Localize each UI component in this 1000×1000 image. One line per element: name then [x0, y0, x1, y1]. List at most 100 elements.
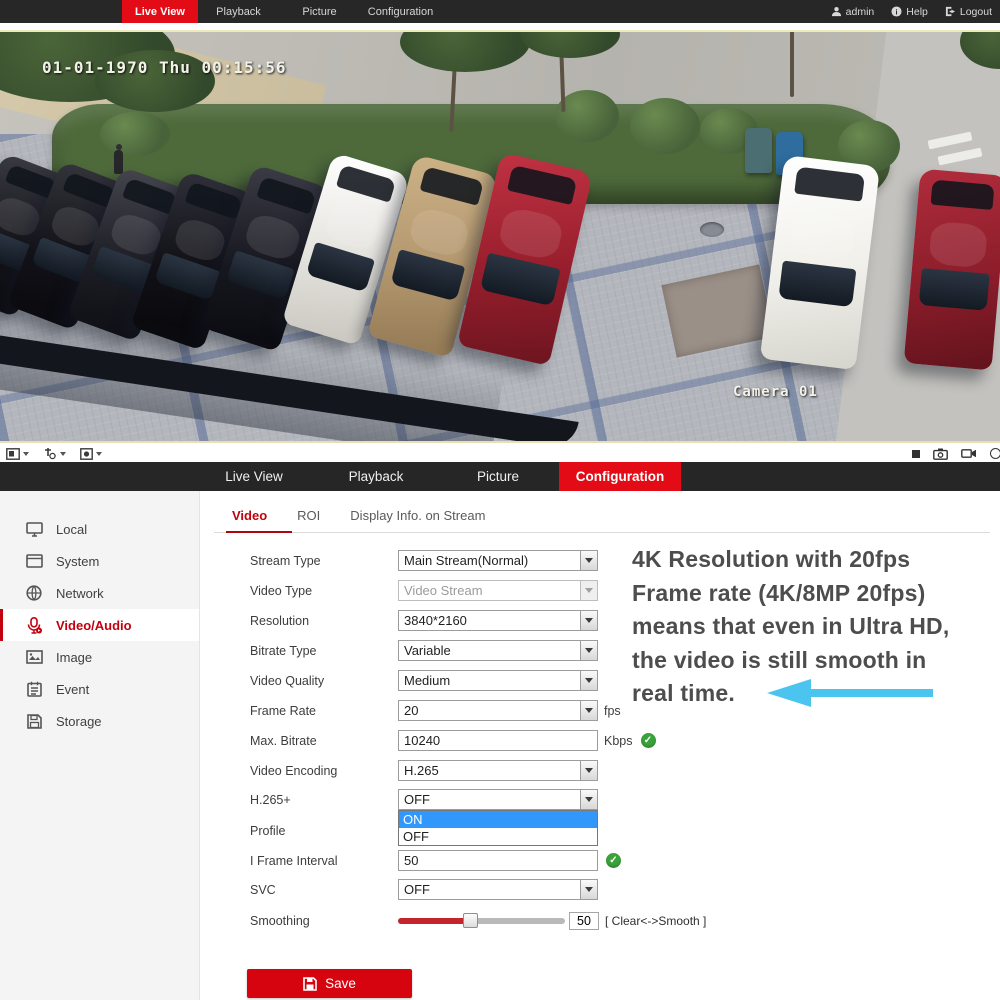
select-value: Main Stream(Normal) — [399, 551, 580, 570]
field-label: Frame Rate — [250, 704, 398, 718]
sidebar-item-video-audio[interactable]: Video/Audio — [0, 609, 199, 641]
form-row-frame-rate: Frame Rate 20 fps — [250, 700, 621, 721]
help-icon: i — [891, 6, 902, 17]
tab-display-info[interactable]: Display Info. on Stream — [350, 508, 485, 532]
storage-icon — [25, 714, 43, 729]
video-quality-select[interactable]: Medium — [398, 670, 598, 691]
video-encoding-select[interactable]: H.265 — [398, 760, 598, 781]
frame-rate-select[interactable]: 20 — [398, 700, 598, 721]
field-label: H.265+ — [250, 793, 398, 807]
bitrate-type-select[interactable]: Variable — [398, 640, 598, 661]
top-tab-configuration[interactable]: Configuration — [360, 0, 441, 23]
event-icon — [25, 681, 43, 697]
annotation-line: Frame rate (4K/8MP 20fps) — [632, 577, 992, 611]
top-nav-tabs: Live View Playback Picture Configuration — [122, 0, 441, 23]
resolution-select[interactable]: 3840*2160 — [398, 610, 598, 631]
field-label: Video Quality — [250, 674, 398, 688]
chevron-down-icon — [580, 761, 597, 780]
cfg-tab-configuration[interactable]: Configuration — [559, 462, 681, 491]
select-value: H.265 — [399, 761, 580, 780]
sidebar-item-label: Event — [56, 682, 89, 697]
chevron-down-icon — [580, 641, 597, 660]
smoothing-value-input[interactable] — [569, 912, 599, 930]
sidebar-item-system[interactable]: System — [0, 545, 199, 577]
cfg-tab-live-view[interactable]: Live View — [193, 462, 315, 491]
sidebar-item-event[interactable]: Event — [0, 673, 199, 705]
stream-type-select[interactable]: Main Stream(Normal) — [398, 550, 598, 571]
live-video-feed: 01-01-1970 Thu 00:15:56 Camera 01 — [0, 30, 1000, 443]
sidebar-item-image[interactable]: Image — [0, 641, 199, 673]
layout-select-button[interactable] — [6, 448, 29, 460]
form-row-stream-type: Stream Type Main Stream(Normal) — [250, 550, 598, 571]
sidebar-item-local[interactable]: Local — [0, 513, 199, 545]
tab-roi[interactable]: ROI — [297, 508, 320, 532]
chevron-down-icon — [23, 452, 29, 459]
field-label: Video Type — [250, 584, 398, 598]
valid-check-icon — [606, 853, 621, 868]
tab-video[interactable]: Video — [232, 508, 267, 532]
annotation-line: the video is still smooth in — [632, 644, 992, 678]
top-nav-bar: Live View Playback Picture Configuration… — [0, 0, 1000, 23]
field-label: Max. Bitrate — [250, 734, 398, 748]
smoothing-slider[interactable] — [398, 913, 565, 928]
chevron-down-icon — [580, 611, 597, 630]
chevron-down-icon — [580, 671, 597, 690]
select-value: Variable — [399, 641, 580, 660]
slider-thumb[interactable] — [463, 913, 478, 928]
admin-label: admin — [846, 6, 875, 18]
sidebar-item-label: Image — [56, 650, 92, 665]
manhole-cover — [700, 222, 724, 237]
trash-bin — [745, 128, 772, 173]
user-icon — [831, 6, 842, 17]
help-button[interactable]: i Help — [891, 6, 928, 18]
video-type-select: Video Stream — [398, 580, 598, 601]
chevron-down-icon — [580, 880, 597, 899]
audio-icon[interactable] — [990, 448, 1000, 459]
unit-label: fps — [604, 704, 621, 718]
cfg-tab-picture[interactable]: Picture — [437, 462, 559, 491]
annotation-line: means that even in Ultra HD, — [632, 610, 992, 644]
stop-icon[interactable] — [912, 450, 920, 458]
max-bitrate-input[interactable] — [398, 730, 598, 751]
chevron-down-icon — [580, 790, 597, 809]
config-nav-bar: Live View Playback Picture Configuration — [0, 462, 1000, 491]
form-row-max-bitrate: Max. Bitrate Kbps — [250, 730, 656, 751]
cfg-tab-playback[interactable]: Playback — [315, 462, 437, 491]
admin-user[interactable]: admin — [831, 6, 875, 18]
top-tab-live-view[interactable]: Live View — [122, 0, 198, 23]
active-tab-underline — [226, 531, 292, 533]
save-button[interactable]: Save — [247, 969, 412, 998]
slider-fill — [398, 918, 470, 924]
top-tab-playback[interactable]: Playback — [198, 0, 279, 23]
valid-check-icon — [641, 733, 656, 748]
monitor-icon — [25, 522, 43, 537]
record-icon[interactable] — [961, 448, 977, 459]
iframe-interval-input[interactable] — [398, 850, 598, 871]
svc-select[interactable]: OFF — [398, 879, 598, 900]
top-tab-picture[interactable]: Picture — [279, 0, 360, 23]
select-value: 3840*2160 — [399, 611, 580, 630]
tab-divider — [214, 532, 990, 533]
logout-icon — [945, 6, 956, 17]
video-settings-panel: Video ROI Display Info. on Stream Stream… — [200, 491, 1000, 1000]
bush — [100, 112, 170, 156]
sidebar-item-label: System — [56, 554, 99, 569]
dropdown-option-on[interactable]: ON — [399, 811, 597, 828]
form-row-resolution: Resolution 3840*2160 — [250, 610, 598, 631]
camera-name-overlay: Camera 01 — [733, 384, 818, 400]
sidebar-item-label: Local — [56, 522, 87, 537]
dropdown-option-off[interactable]: OFF — [399, 828, 597, 845]
tree-trunk — [790, 30, 794, 97]
snapshot-icon[interactable] — [933, 448, 948, 460]
logout-button[interactable]: Logout — [945, 6, 992, 18]
svg-text:i: i — [896, 7, 898, 16]
sidebar-item-storage[interactable]: Storage — [0, 705, 199, 737]
image-adjust-button[interactable] — [80, 448, 102, 460]
sidebar-item-network[interactable]: Network — [0, 577, 199, 609]
h265-plus-dropdown-list: ON OFF — [398, 810, 598, 846]
form-row-bitrate-type: Bitrate Type Variable — [250, 640, 598, 661]
form-row-smoothing: Smoothing [ Clear<->Smooth ] — [250, 910, 706, 931]
h265-plus-select[interactable]: OFF — [398, 789, 598, 810]
stream-type-button[interactable] — [43, 447, 66, 460]
viewer-toolbar — [0, 445, 1000, 462]
